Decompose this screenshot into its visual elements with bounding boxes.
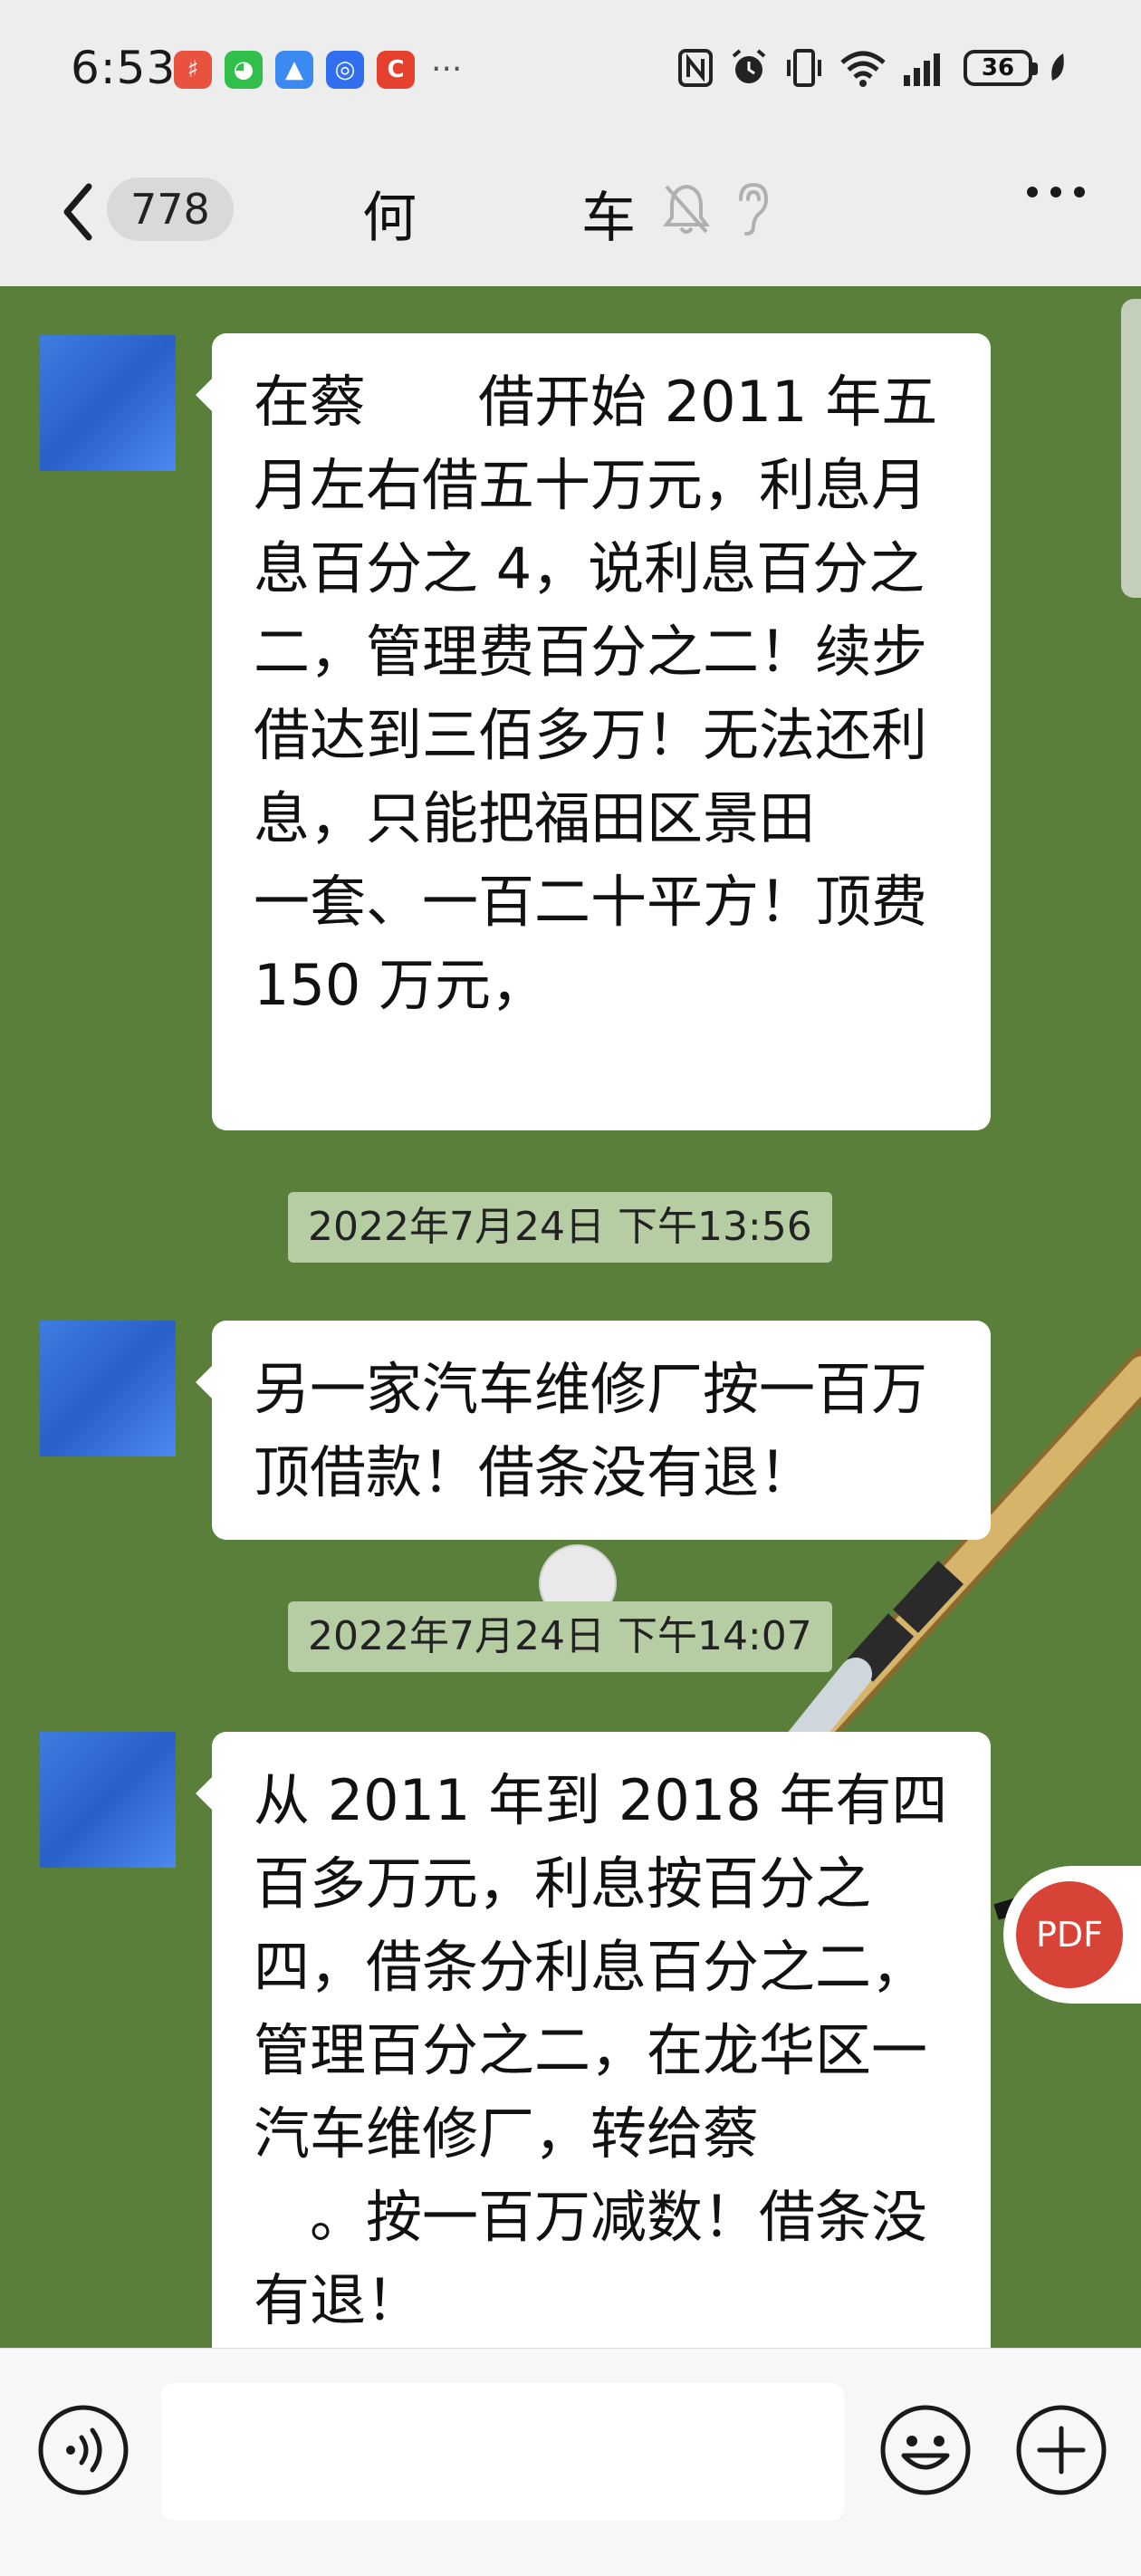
app-notif-ring-icon: ◎ (326, 51, 364, 89)
message-timestamp: 2022年7月24日 下午14:07 (288, 1601, 832, 1672)
scroll-indicator[interactable] (1121, 299, 1141, 598)
message-bubble[interactable]: 在蔡 借开始 2011 年五月左右借五十万元，利息月息百分之 4，说利息百分之二… (196, 333, 991, 1130)
more-dot-icon (1027, 187, 1038, 197)
back-button[interactable] (51, 176, 105, 248)
more-dot-icon (1074, 187, 1085, 197)
contact-avatar[interactable] (40, 1732, 176, 1868)
alarm-icon (732, 49, 766, 83)
message-input-bar (0, 2348, 1141, 2576)
unread-count-badge[interactable]: 778 (107, 178, 234, 241)
status-bar: 6:53 ♯ ◕ ▲ ◎ C ··· 36 (0, 0, 1141, 136)
more-notifications-icon: ··· (431, 51, 463, 88)
status-time: 6:53 (71, 42, 177, 94)
message-text-input[interactable] (161, 2383, 844, 2521)
earpiece-mode-icon (739, 182, 769, 235)
vibrate-icon (787, 49, 821, 87)
more-functions-button[interactable] (1014, 2403, 1108, 2497)
voice-input-button[interactable] (36, 2403, 130, 2497)
more-dot-icon (1050, 187, 1061, 197)
chat-title-right: 车 (581, 187, 636, 250)
emoji-button[interactable] (878, 2403, 973, 2497)
pdf-floating-button[interactable]: PDF (1003, 1866, 1141, 2004)
notification-icons: ♯ ◕ ▲ ◎ C ··· (174, 51, 462, 89)
pdf-icon: PDF (1016, 1881, 1123, 1988)
battery-level: 36 (981, 54, 1015, 82)
more-options-button[interactable] (1027, 187, 1085, 197)
message-bubble[interactable]: 另一家汽车维修厂按一百万顶借款！借条没有退！ (196, 1321, 991, 1540)
wechat-notif-icon: ◕ (225, 51, 263, 89)
battery-icon: 36 (964, 50, 1038, 86)
signal-icon (904, 53, 940, 86)
app-notif-red-icon: ♯ (174, 51, 212, 89)
chat-title-left: 何 (362, 187, 417, 250)
chat-header: 778 何 车 (0, 136, 1141, 286)
message-timestamp: 2022年7月24日 下午13:56 (288, 1192, 832, 1263)
contact-avatar[interactable] (40, 335, 176, 471)
nfc-icon (678, 49, 713, 87)
message-bubble[interactable]: 从 2011 年到 2018 年有四百多万元，利息按百分之四，借条分利息百分之二… (196, 1732, 991, 2348)
chat-message-area[interactable]: 在蔡 借开始 2011 年五月左右借五十万元，利息月息百分之 4，说利息百分之二… (0, 286, 1141, 2348)
leaf-charge-icon (1051, 53, 1064, 81)
app-notif-blue-icon: ▲ (275, 51, 313, 89)
app-notif-c-icon: C (377, 51, 415, 89)
system-icons: 36 (677, 47, 1069, 89)
mute-bell-icon (663, 184, 710, 234)
wifi-icon (840, 51, 886, 87)
contact-avatar[interactable] (40, 1321, 176, 1456)
